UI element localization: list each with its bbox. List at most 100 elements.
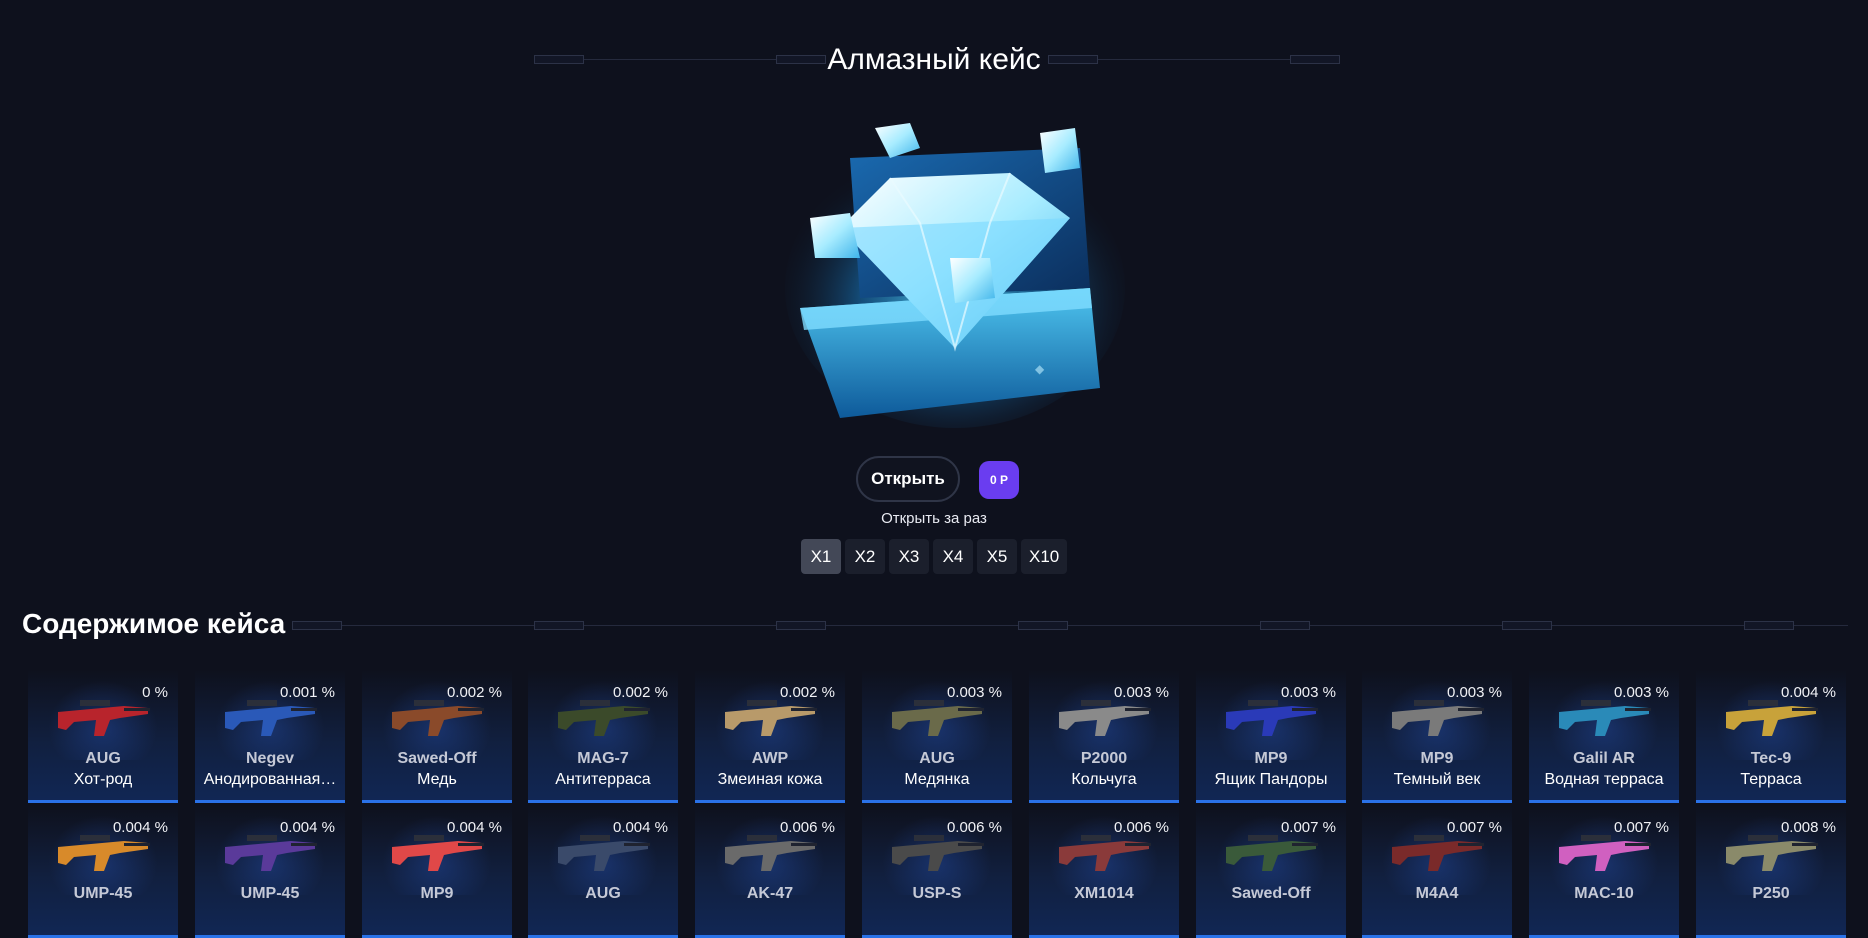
case-item-card[interactable]: 0.006 % AK-47 <box>695 805 845 938</box>
item-rarity-bar <box>1196 800 1346 803</box>
item-rarity-bar <box>195 800 345 803</box>
case-item-card[interactable]: 0.004 % MP9 <box>362 805 512 938</box>
item-drop-chance: 0.007 % <box>1446 819 1502 836</box>
item-rarity-bar <box>28 800 178 803</box>
item-weapon-name: MAG-7 <box>577 750 629 767</box>
case-item-card[interactable]: 0.002 % Sawed-Off Медь <box>362 670 512 803</box>
case-title: Алмазный кейс <box>827 43 1041 76</box>
open-case-button[interactable]: Открыть <box>856 456 960 502</box>
item-weapon-name: P2000 <box>1080 750 1128 767</box>
svg-text:◆: ◆ <box>1035 362 1045 376</box>
case-item-card[interactable]: 0.006 % USP-S <box>862 805 1012 938</box>
item-weapon-name: MP9 <box>1254 750 1288 767</box>
multiplier-x4-button[interactable]: X4 <box>933 539 973 574</box>
item-skin-name: Ящик Пандоры <box>1214 771 1328 788</box>
case-item-card[interactable]: 0.004 % UMP-45 <box>195 805 345 938</box>
case-item-card[interactable]: 0.002 % AWP Змеиная кожа <box>695 670 845 803</box>
case-item-card[interactable]: 0.001 % Negev Анодированная… <box>195 670 345 803</box>
contents-decor-line <box>292 625 1848 626</box>
item-drop-chance: 0.007 % <box>1613 819 1669 836</box>
item-drop-chance: 0.003 % <box>1613 684 1669 701</box>
item-drop-chance: 0.003 % <box>1280 684 1336 701</box>
item-drop-chance: 0.001 % <box>279 684 335 701</box>
item-skin-name: Водная терраса <box>1544 771 1664 788</box>
item-weapon-name: Tec-9 <box>1750 750 1792 767</box>
case-item-card[interactable]: 0.003 % MP9 Ящик Пандоры <box>1196 670 1346 803</box>
case-item-card[interactable]: 0.007 % MAC-10 <box>1529 805 1679 938</box>
item-rarity-bar <box>1029 800 1179 803</box>
item-drop-chance: 0.006 % <box>946 819 1002 836</box>
contents-decor-box <box>1260 621 1310 630</box>
multiplier-x5-button[interactable]: X5 <box>977 539 1017 574</box>
case-item-card[interactable]: 0.003 % P2000 Кольчуга <box>1029 670 1179 803</box>
case-item-card[interactable]: 0.003 % AUG Медянка <box>862 670 1012 803</box>
item-weapon-name: P250 <box>1752 885 1790 902</box>
item-skin-name: Змеиная кожа <box>717 771 823 788</box>
item-skin-name: Темный век <box>1393 771 1481 788</box>
item-skin-name: Терраса <box>1740 771 1802 788</box>
multiplier-x10-button[interactable]: X10 <box>1021 539 1068 574</box>
item-rarity-bar <box>1362 800 1512 803</box>
item-rarity-bar <box>1529 800 1679 803</box>
item-drop-chance: 0.004 % <box>112 819 168 836</box>
item-skin-name: Кольчуга <box>1071 771 1137 788</box>
case-item-card[interactable]: 0.004 % UMP-45 <box>28 805 178 938</box>
item-drop-chance: 0.004 % <box>446 819 502 836</box>
case-item-card[interactable]: 0.006 % XM1014 <box>1029 805 1179 938</box>
case-item-card[interactable]: 0.008 % P250 <box>1696 805 1846 938</box>
item-weapon-name: AWP <box>751 750 789 767</box>
item-drop-chance: 0.007 % <box>1280 819 1336 836</box>
item-weapon-name: USP-S <box>912 885 962 902</box>
item-weapon-name: MP9 <box>420 885 454 902</box>
case-item-card[interactable]: 0.004 % AUG <box>528 805 678 938</box>
item-drop-chance: 0.003 % <box>1113 684 1169 701</box>
item-drop-chance: 0 % <box>142 684 168 701</box>
item-drop-chance: 0.003 % <box>946 684 1002 701</box>
item-weapon-name: Negev <box>245 750 295 767</box>
item-weapon-name: MP9 <box>1420 750 1454 767</box>
multiplier-x3-button[interactable]: X3 <box>889 539 929 574</box>
item-skin-name: Медянка <box>904 771 970 788</box>
item-rarity-bar <box>362 800 512 803</box>
case-title-row: Алмазный кейс <box>0 38 1868 82</box>
item-rarity-bar <box>862 800 1012 803</box>
contents-header: Содержимое кейса <box>0 604 1868 644</box>
item-drop-chance: 0.002 % <box>779 684 835 701</box>
item-weapon-name: UMP-45 <box>73 885 133 902</box>
item-rarity-bar <box>1696 800 1846 803</box>
item-drop-chance: 0.002 % <box>612 684 668 701</box>
item-weapon-name: AUG <box>585 885 621 902</box>
contents-decor-box <box>534 621 584 630</box>
case-price-badge: 0 Р <box>979 461 1019 499</box>
contents-title: Содержимое кейса <box>22 608 286 639</box>
item-skin-name: Анодированная… <box>203 771 337 788</box>
case-item-card[interactable]: 0.007 % Sawed-Off <box>1196 805 1346 938</box>
case-item-card[interactable]: 0 % AUG Хот-род <box>28 670 178 803</box>
item-weapon-name: XM1014 <box>1074 885 1134 902</box>
case-item-card[interactable]: 0.003 % MP9 Темный век <box>1362 670 1512 803</box>
contents-decor-box <box>1502 621 1552 630</box>
contents-decor-box <box>1744 621 1794 630</box>
item-weapon-name: Galil AR <box>1573 750 1635 767</box>
case-image: ◆ <box>785 123 1125 428</box>
item-rarity-bar <box>528 800 678 803</box>
item-skin-name: Медь <box>417 771 457 788</box>
contents-decor-box <box>292 621 342 630</box>
contents-decor-box <box>776 621 826 630</box>
case-item-card[interactable]: 0.003 % Galil AR Водная терраса <box>1529 670 1679 803</box>
contents-decor-box <box>1018 621 1068 630</box>
item-weapon-name: AUG <box>919 750 955 767</box>
item-weapon-name: AUG <box>85 750 121 767</box>
item-weapon-name: AK-47 <box>746 885 794 902</box>
case-item-card[interactable]: 0.002 % MAG-7 Антитерраса <box>528 670 678 803</box>
weapon-icon <box>58 700 150 736</box>
item-weapon-name: Sawed-Off <box>397 750 477 767</box>
multiplier-x1-button[interactable]: X1 <box>801 539 841 574</box>
item-drop-chance: 0.002 % <box>446 684 502 701</box>
item-drop-chance: 0.004 % <box>279 819 335 836</box>
case-item-card[interactable]: 0.004 % Tec-9 Терраса <box>1696 670 1846 803</box>
item-drop-chance: 0.008 % <box>1780 819 1836 836</box>
item-drop-chance: 0.006 % <box>779 819 835 836</box>
multiplier-x2-button[interactable]: X2 <box>845 539 885 574</box>
case-item-card[interactable]: 0.007 % M4A4 <box>1362 805 1512 938</box>
